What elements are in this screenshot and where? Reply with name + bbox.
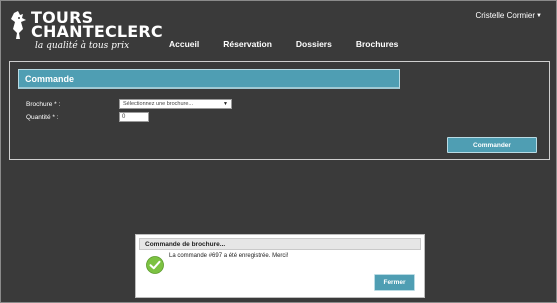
- nav-dossiers[interactable]: Dossiers: [296, 39, 332, 49]
- success-check-icon: [146, 256, 164, 274]
- commander-button[interactable]: Commander: [447, 137, 537, 153]
- panel-header: Commande: [18, 69, 400, 89]
- dialog-title: Commande de brochure...: [145, 240, 226, 248]
- brand-line-2: CHANTECLERC: [31, 22, 163, 41]
- quantity-value: 0: [122, 114, 126, 120]
- brand-logo[interactable]: TOURS CHANTECLERC la qualité à tous prix: [9, 10, 163, 54]
- dialog-message: La commande #697 a été enregistrée. Merc…: [169, 253, 289, 259]
- nav-reservation[interactable]: Réservation: [223, 39, 272, 49]
- dropdown-arrow-icon: ▼: [223, 101, 228, 107]
- dialog-title-bar: Commande de brochure...: [139, 238, 421, 250]
- quantity-label: Quantité * :: [26, 114, 59, 121]
- nav-brochures[interactable]: Brochures: [356, 39, 399, 49]
- brochure-select[interactable]: Sélectionnez une brochure... ▼: [119, 99, 232, 109]
- fermer-button[interactable]: Fermer: [374, 274, 415, 291]
- rooster-logo-icon: [11, 11, 26, 39]
- nav-accueil[interactable]: Accueil: [169, 39, 199, 49]
- quantity-input[interactable]: 0: [119, 112, 149, 122]
- user-menu[interactable]: Cristelle Cormier ▼: [475, 11, 542, 20]
- brand-tagline: la qualité à tous prix: [35, 41, 130, 51]
- brochure-select-value: Sélectionnez une brochure...: [123, 101, 194, 107]
- caret-down-icon: ▼: [536, 12, 542, 19]
- brochure-label: Brochure * :: [26, 101, 61, 108]
- order-panel: Commande Brochure * : Sélectionnez une b…: [9, 61, 550, 160]
- main-nav: Accueil Réservation Dossiers Brochures: [169, 39, 422, 49]
- app-frame: TOURS CHANTECLERC la qualité à tous prix…: [0, 0, 557, 303]
- panel-title: Commande: [25, 73, 75, 84]
- confirmation-dialog: Commande de brochure... La commande #697…: [135, 234, 425, 298]
- user-name: Cristelle Cormier: [475, 11, 536, 20]
